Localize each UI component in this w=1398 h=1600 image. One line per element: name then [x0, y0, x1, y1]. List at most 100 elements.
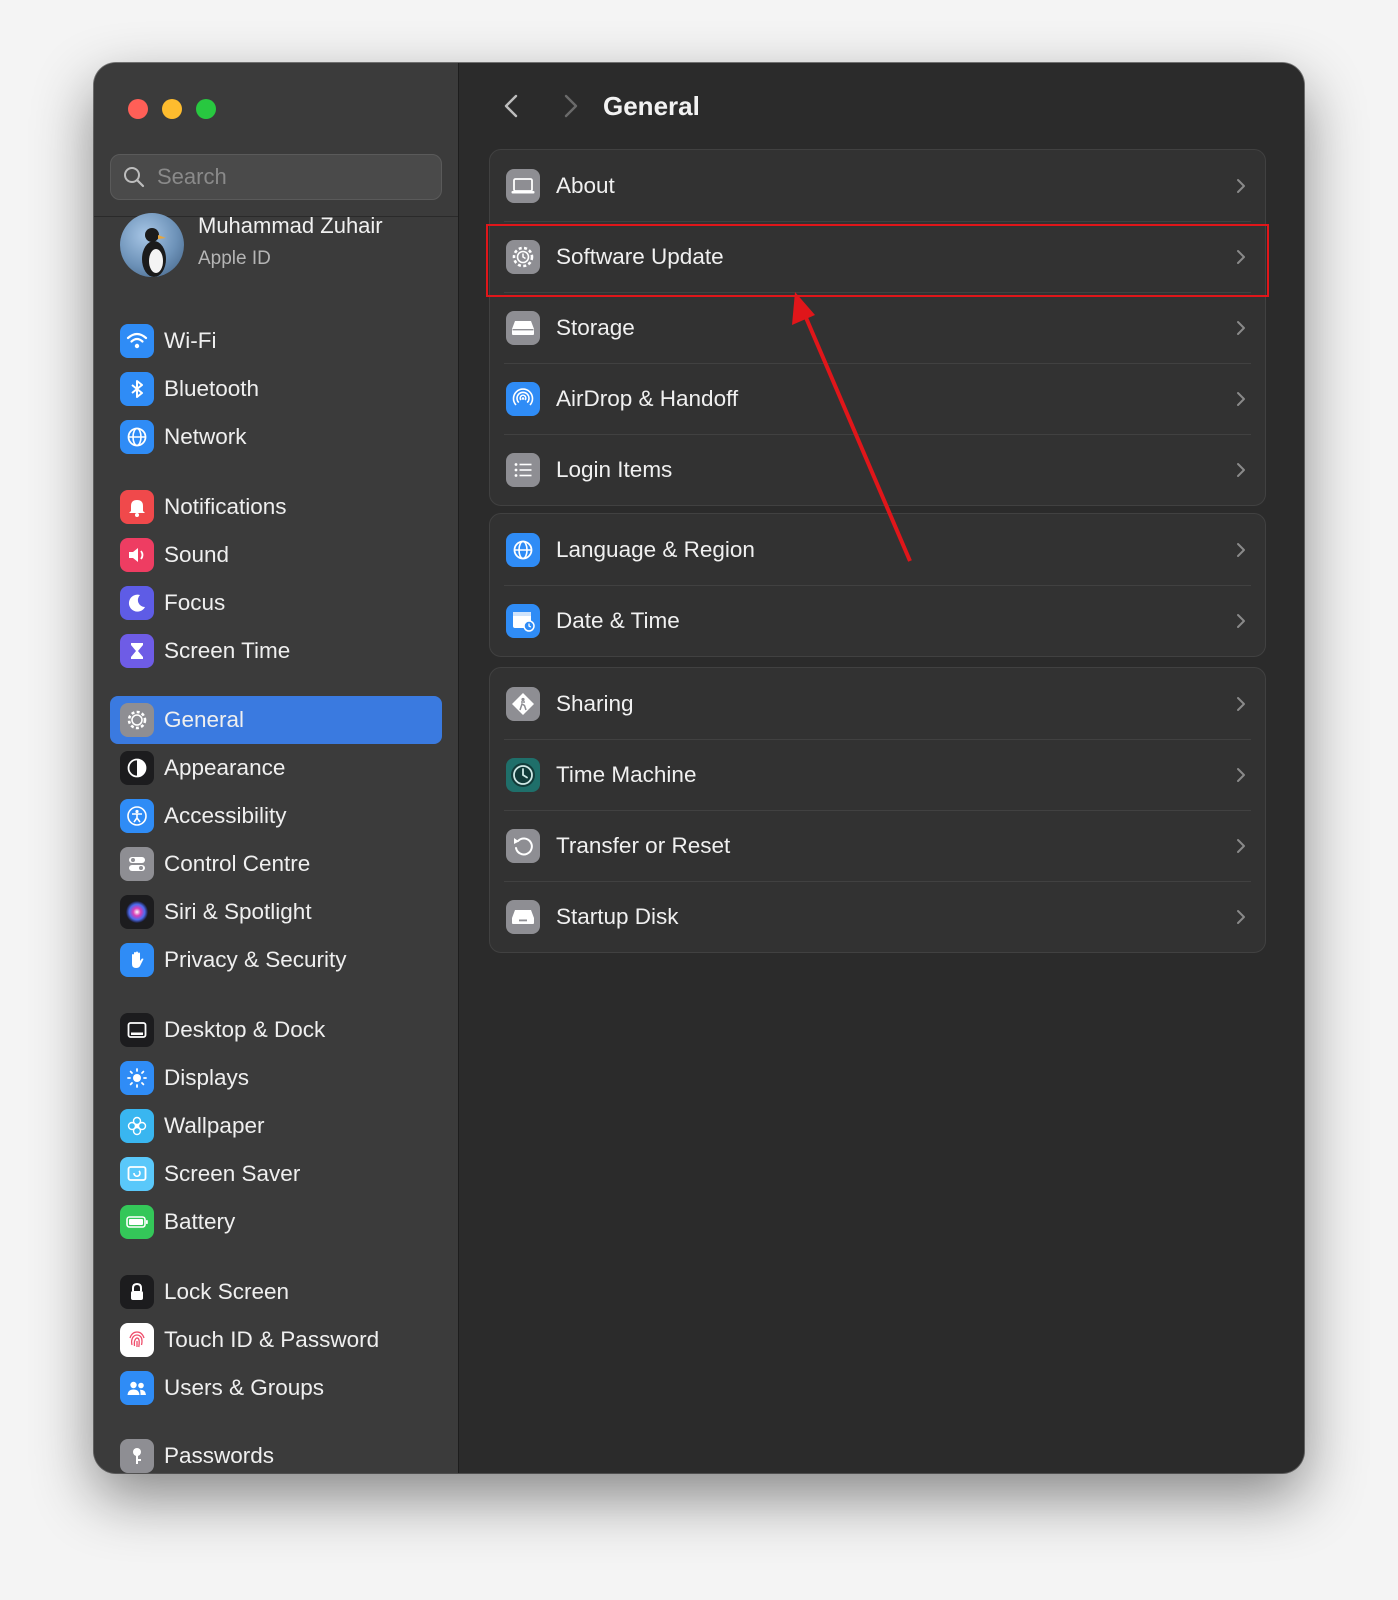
sidebar-item-accessibility[interactable]: Accessibility: [110, 792, 442, 840]
search-icon: [124, 167, 145, 188]
moon-icon: [120, 586, 154, 620]
minimize-window-button[interactable]: [162, 99, 182, 119]
key-icon: [120, 1439, 154, 1473]
sidebar-item-wallpaper[interactable]: Wallpaper: [110, 1102, 442, 1150]
sidebar-item-label: Users & Groups: [164, 1375, 325, 1400]
sidebar-item-label: Desktop & Dock: [164, 1017, 326, 1042]
time-machine-icon: [506, 757, 540, 792]
sidebar-item-focus[interactable]: Focus: [110, 579, 442, 627]
appearance-icon: [120, 751, 154, 785]
sidebar-item-bluetooth[interactable]: Bluetooth: [110, 365, 442, 413]
sidebar-item-label: Screen Saver: [164, 1161, 301, 1186]
row-transfer-or-reset[interactable]: Transfer or Reset: [490, 810, 1265, 881]
sidebar-item-battery[interactable]: Battery: [110, 1198, 442, 1246]
sharing-icon: [506, 686, 540, 721]
chevron-right-icon: [1237, 542, 1245, 557]
sidebar-item-label: Notifications: [164, 494, 287, 519]
sidebar-item-passwords[interactable]: Passwords: [110, 1432, 442, 1473]
sidebar-item-label: Bluetooth: [164, 376, 260, 401]
system-settings-window: Muhammad Zuhair Apple ID Wi-Fi Bluetooth N…: [94, 63, 1304, 1473]
profile-name: Muhammad Zuhair: [198, 213, 383, 238]
sidebar-item-label: Passwords: [164, 1443, 275, 1468]
sidebar-item-sound[interactable]: Sound: [110, 531, 442, 579]
sidebar-item-screen-time[interactable]: Screen Time: [110, 627, 442, 675]
sun-icon: [120, 1061, 154, 1095]
row-login-items[interactable]: Login Items: [490, 434, 1265, 505]
accessibility-icon: [120, 799, 154, 833]
sidebar-item-screen-saver[interactable]: Screen Saver: [110, 1150, 442, 1198]
row-label: Time Machine: [556, 761, 697, 787]
sidebar-item-privacy-and-security[interactable]: Privacy & Security: [110, 936, 442, 984]
globe-icon: [120, 420, 154, 454]
row-label: Transfer or Reset: [556, 832, 731, 858]
flower-icon: [120, 1109, 154, 1143]
sidebar-item-appearance[interactable]: Appearance: [110, 744, 442, 792]
zoom-window-button[interactable]: [196, 99, 216, 119]
sidebar-item-label: Control Centre: [164, 851, 311, 876]
screensaver-icon: [120, 1157, 154, 1191]
chevron-right-icon: [1237, 909, 1245, 924]
chevron-right-icon: [1237, 613, 1245, 628]
chevron-right-icon: [1237, 462, 1245, 477]
sidebar-item-network[interactable]: Network: [110, 413, 442, 461]
sidebar-item-wi-fi[interactable]: Wi-Fi: [110, 317, 442, 365]
row-label: Sharing: [556, 690, 634, 716]
sidebar-item-label: Privacy & Security: [164, 947, 347, 972]
sidebar-item-siri-and-spotlight[interactable]: Siri & Spotlight: [110, 888, 442, 936]
sidebar-item-general[interactable]: General: [110, 696, 442, 744]
row-sharing[interactable]: Sharing: [490, 668, 1265, 739]
siri-icon: [120, 895, 154, 929]
sidebar-item-label: General: [164, 707, 245, 732]
sidebar-item-notifications[interactable]: Notifications: [110, 483, 442, 531]
row-airdrop-and-handoff[interactable]: AirDrop & Handoff: [490, 363, 1265, 434]
sidebar-item-label: Wallpaper: [164, 1113, 265, 1138]
row-software-update[interactable]: Software Update: [490, 221, 1265, 292]
wifi-icon: [120, 324, 154, 358]
speaker-icon: [120, 538, 154, 572]
toggles-icon: [120, 847, 154, 881]
window-controls: [128, 99, 216, 119]
sidebar-item-label: Lock Screen: [164, 1279, 290, 1304]
row-storage[interactable]: Storage: [490, 292, 1265, 363]
search-input[interactable]: [155, 163, 419, 191]
globe-icon: [506, 532, 540, 567]
dock-icon: [120, 1013, 154, 1047]
airdrop-icon: [506, 381, 540, 416]
sidebar-item-desktop-and-dock[interactable]: Desktop & Dock: [110, 1006, 442, 1054]
search-field[interactable]: [110, 154, 442, 200]
row-time-machine[interactable]: Time Machine: [490, 739, 1265, 810]
chevron-right-icon: [1237, 391, 1245, 406]
chevron-right-icon: [1237, 838, 1245, 853]
sidebar-item-displays[interactable]: Displays: [110, 1054, 442, 1102]
row-label: Startup Disk: [556, 903, 679, 929]
forward-button[interactable]: [555, 91, 585, 121]
row-startup-disk[interactable]: Startup Disk: [490, 881, 1265, 952]
gear-icon: [120, 703, 154, 737]
hourglass-icon: [120, 634, 154, 668]
sidebar-item-label: Network: [164, 424, 247, 449]
drive-icon: [506, 310, 540, 345]
settings-group: Sharing Time Machine Transfer or Reset Star…: [489, 667, 1266, 953]
gear-badge-icon: [506, 239, 540, 274]
sidebar: Muhammad Zuhair Apple ID Wi-Fi Bluetooth N…: [94, 63, 459, 1473]
back-button[interactable]: [497, 91, 527, 121]
row-language-and-region[interactable]: Language & Region: [490, 514, 1265, 585]
apple-id-profile[interactable]: Muhammad Zuhair Apple ID: [120, 213, 440, 283]
chevron-right-icon: [1237, 249, 1245, 264]
main-pane: General About Software Update Storage AirDr…: [459, 63, 1304, 1473]
close-window-button[interactable]: [128, 99, 148, 119]
sidebar-item-label: Accessibility: [164, 803, 287, 828]
calendar-clock-icon: [506, 603, 540, 638]
sidebar-item-label: Focus: [164, 590, 226, 615]
sidebar-item-control-centre[interactable]: Control Centre: [110, 840, 442, 888]
sidebar-item-label: Screen Time: [164, 638, 291, 663]
sidebar-item-users-and-groups[interactable]: Users & Groups: [110, 1364, 442, 1412]
row-label: AirDrop & Handoff: [556, 385, 739, 411]
sidebar-item-touch-id-and-password[interactable]: Touch ID & Password: [110, 1316, 442, 1364]
fingerprint-icon: [120, 1323, 154, 1357]
bell-icon: [120, 490, 154, 524]
chevron-right-icon: [1237, 320, 1245, 335]
sidebar-item-lock-screen[interactable]: Lock Screen: [110, 1268, 442, 1316]
row-about[interactable]: About: [490, 150, 1265, 221]
row-date-and-time[interactable]: Date & Time: [490, 585, 1265, 656]
